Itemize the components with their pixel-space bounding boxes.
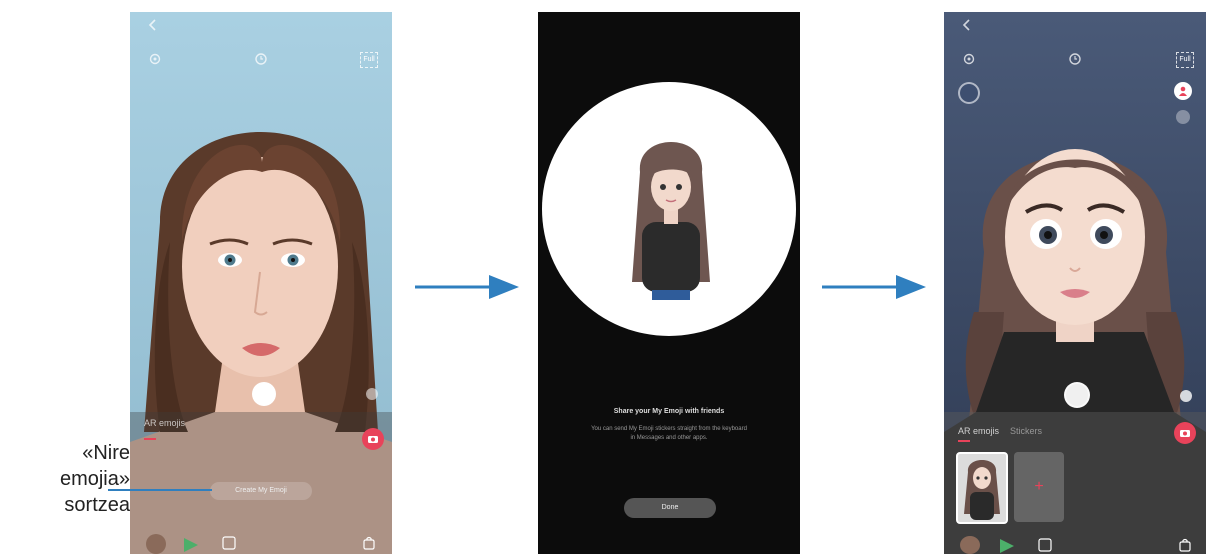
- shop-bag-icon[interactable]: [362, 536, 376, 550]
- flow-arrow-1: [415, 275, 519, 299]
- active-tab-indicator: [958, 440, 970, 442]
- shop-bag-icon[interactable]: [1178, 538, 1192, 552]
- share-description-line-1: You can send My Emoji stickers straight …: [591, 426, 747, 432]
- share-title: Share your My Emoji with friends: [613, 408, 725, 415]
- tab-ar-emojis[interactable]: AR emojis: [144, 418, 185, 428]
- small-emoji-face-icon[interactable]: [1180, 390, 1192, 402]
- flow-arrow-2: [822, 275, 926, 299]
- share-description-line-2: in Messages and other apps.: [630, 435, 708, 441]
- tab-ar-emojis[interactable]: AR emojis: [958, 426, 999, 436]
- gallery-icon[interactable]: [222, 536, 236, 550]
- emoji-avatar-thumb[interactable]: [960, 536, 980, 554]
- callout-line-3: sortzea: [64, 494, 130, 516]
- small-sticker-icon[interactable]: [366, 388, 378, 400]
- ar-emoji-camera-screen: Full AR emojis Stickers +: [944, 12, 1206, 554]
- emoji-avatar-thumb[interactable]: [146, 534, 166, 554]
- callout-line-1: «Nire: [82, 442, 130, 464]
- my-emoji-thumbnail[interactable]: [956, 452, 1008, 524]
- add-emoji-button[interactable]: +: [1014, 452, 1064, 522]
- active-tab-indicator: [144, 438, 156, 440]
- shutter-button[interactable]: [252, 382, 276, 406]
- camera-screen-face: Full AR emojis Create My Emoji: [130, 12, 392, 554]
- gallery-icon[interactable]: [1038, 538, 1052, 552]
- camera-icon: [1180, 430, 1190, 437]
- callout-label: «Nire emojia» sortzea: [20, 440, 130, 518]
- shutter-button[interactable]: [1064, 382, 1090, 408]
- done-button[interactable]: Done: [624, 498, 716, 518]
- callout-leader-line: [108, 489, 212, 491]
- camera-icon: [368, 436, 378, 443]
- tab-stickers[interactable]: Stickers: [1010, 426, 1042, 436]
- my-emoji-mini-avatar: [964, 460, 1000, 520]
- avatar-emoji-figure: [632, 142, 710, 300]
- create-my-emoji-button[interactable]: Create My Emoji: [210, 482, 312, 500]
- emoji-result-screen: Share your My Emoji with friends You can…: [538, 12, 800, 554]
